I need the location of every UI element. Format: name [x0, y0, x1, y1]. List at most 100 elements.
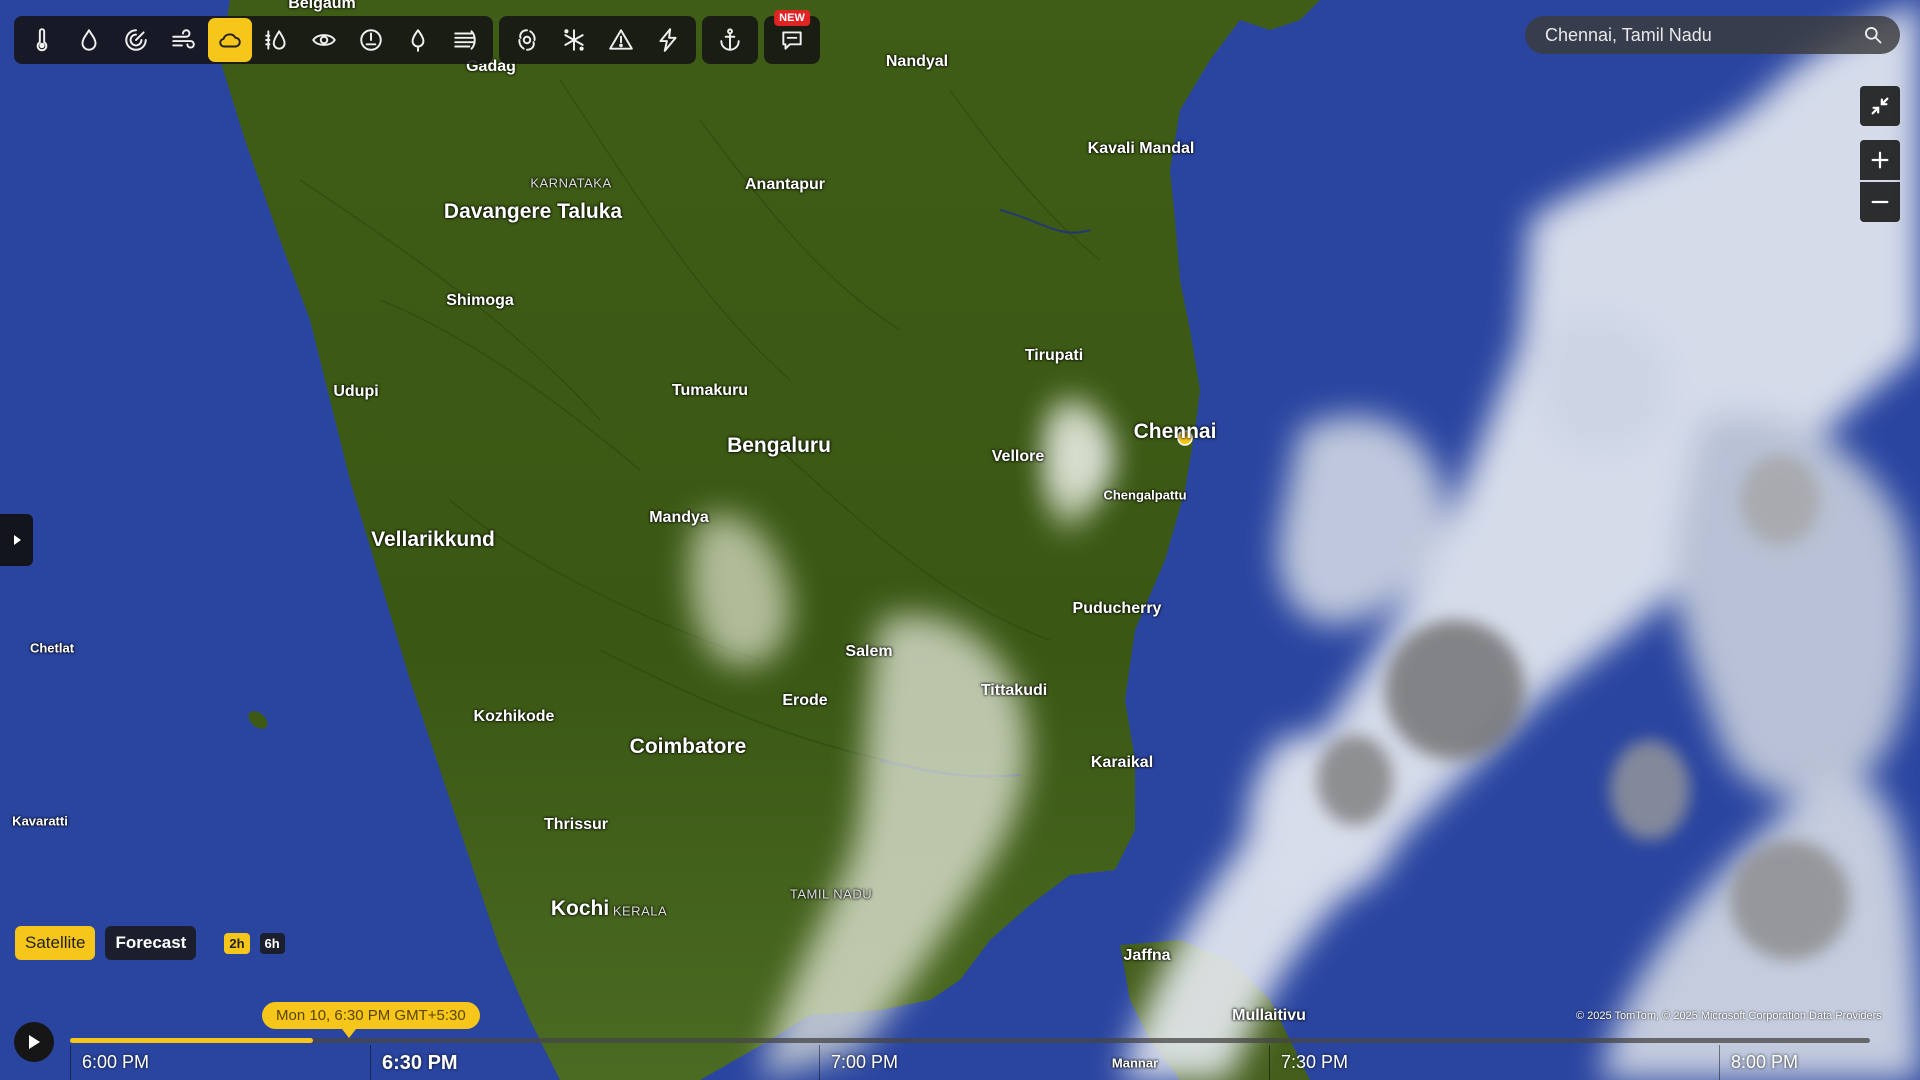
current-time-bubble: Mon 10, 6:30 PM GMT+5:30 — [262, 1002, 480, 1038]
map-attribution[interactable]: © 2025 TomTom, © 2025 Microsoft Corporat… — [1576, 1010, 1882, 1022]
humidity-icon — [265, 30, 286, 50]
place-label: Erode — [782, 692, 828, 709]
place-label: Salem — [845, 643, 893, 660]
place-label: Thrissur — [543, 816, 609, 833]
anchor-button[interactable] — [708, 18, 752, 62]
dew-point-button[interactable] — [396, 18, 440, 62]
place-label: KARNATAKA — [530, 175, 612, 191]
search-button[interactable] — [1854, 16, 1892, 54]
play-button[interactable] — [14, 1022, 54, 1062]
place-label: Kozhikode — [473, 708, 555, 725]
place-label: Jaffna — [1123, 947, 1171, 964]
lightning-icon — [659, 28, 677, 52]
anchor-icon — [720, 28, 740, 51]
lightning-button[interactable] — [646, 18, 690, 62]
precipitation-button[interactable] — [67, 18, 111, 62]
forecast-mode-button[interactable]: Forecast — [105, 926, 197, 960]
toolbar-group-marine — [702, 16, 758, 64]
cloud-icon — [219, 33, 241, 48]
play-icon — [29, 1035, 40, 1049]
alert-button[interactable] — [599, 18, 643, 62]
place-label: Tirupati — [1024, 347, 1084, 364]
place-label: TAMIL NADU — [789, 886, 873, 902]
place-label: Karaikal — [1090, 754, 1154, 771]
zoom-out-icon — [1871, 200, 1889, 204]
search-icon — [1865, 27, 1882, 44]
timeline-tick — [370, 1045, 371, 1080]
timeline-label[interactable]: 7:30 PM — [1281, 1052, 1348, 1073]
new-badge: NEW — [774, 10, 810, 26]
zoom-out-button[interactable] — [1860, 182, 1900, 222]
place-label: Coimbatore — [629, 735, 747, 758]
timeline-progress — [70, 1038, 313, 1043]
timeline-tick — [1719, 1045, 1720, 1080]
place-label: Mullaitivu — [1232, 1007, 1306, 1024]
hurricane-button[interactable] — [505, 18, 549, 62]
radar-icon — [125, 29, 147, 51]
pressure-button[interactable] — [349, 18, 393, 62]
temperature-button[interactable] — [20, 18, 64, 62]
timeline-label[interactable]: 6:00 PM — [82, 1052, 149, 1073]
timeline-label[interactable]: 7:00 PM — [831, 1052, 898, 1073]
range-6h-button[interactable]: 6h — [259, 932, 285, 954]
place-label: Chennai — [1133, 420, 1217, 443]
toolbar-group-feedback: NEW — [764, 10, 820, 64]
timeline-label[interactable]: 6:30 PM — [382, 1052, 458, 1075]
humidity-button[interactable] — [255, 18, 299, 62]
temperature-icon — [36, 28, 48, 52]
timeline-tick — [70, 1045, 71, 1080]
place-label: Vellarikkund — [371, 528, 495, 551]
wind-icon — [172, 29, 195, 49]
place-label: Anantapur — [745, 176, 825, 193]
place-label: Kochi — [550, 897, 610, 920]
timeline-label[interactable]: 8:00 PM — [1731, 1052, 1798, 1073]
place-label: Vellore — [991, 448, 1045, 465]
place-label: Belgaum — [288, 0, 356, 12]
place-label: Bengaluru — [727, 434, 831, 457]
air-quality-icon — [454, 30, 476, 50]
wind-button[interactable] — [161, 18, 205, 62]
dew-point-icon — [411, 29, 425, 52]
side-panel-toggle[interactable] — [0, 514, 33, 566]
place-label: Chetlat — [29, 640, 75, 656]
visibility-button[interactable] — [302, 18, 346, 62]
chevron-right-icon — [13, 535, 21, 545]
feedback-button[interactable]: NEW — [770, 10, 814, 62]
layer-toolbar: NEW — [14, 10, 820, 64]
collapse-button[interactable] — [1860, 86, 1900, 126]
zoom-in-button[interactable] — [1860, 140, 1900, 180]
place-label: Mannar — [1111, 1055, 1159, 1071]
place-label: Chengalpattu — [1103, 487, 1187, 503]
timeline-track[interactable] — [70, 1038, 1870, 1043]
snow-button[interactable] — [552, 18, 596, 62]
radar-button[interactable] — [114, 18, 158, 62]
place-label: Kavali Mandal — [1087, 140, 1195, 157]
snow-icon — [564, 29, 584, 51]
satellite-map[interactable] — [0, 0, 1920, 1080]
precipitation-icon — [81, 29, 97, 51]
place-label: Udupi — [333, 383, 379, 400]
place-label: Shimoga — [446, 292, 514, 309]
zoom-in-icon — [1871, 151, 1889, 169]
place-label: Tittakudi — [980, 682, 1048, 699]
alert-icon — [609, 29, 633, 50]
feedback-icon — [782, 31, 802, 50]
place-label: Davangere Taluka — [443, 200, 623, 223]
visibility-icon — [312, 34, 336, 46]
place-label: Puducherry — [1072, 600, 1162, 617]
hurricane-icon — [518, 29, 536, 51]
place-label: Tumakuru — [671, 382, 749, 399]
place-label: Nandyal — [885, 53, 949, 70]
timeline-tick — [819, 1045, 820, 1080]
air-quality-button[interactable] — [443, 18, 487, 62]
place-label: KERALA — [612, 903, 668, 919]
range-2h-button[interactable]: 2h — [224, 932, 250, 954]
pressure-icon — [360, 29, 382, 51]
location-search — [1525, 16, 1900, 54]
search-input[interactable] — [1525, 23, 1854, 47]
place-label: Kavaratti — [12, 813, 68, 829]
view-mode-switch: Satellite Forecast 2h 6h — [15, 926, 285, 960]
timeline-tick — [1269, 1045, 1270, 1080]
satellite-mode-button[interactable]: Satellite — [15, 926, 96, 960]
cloud-button[interactable] — [208, 18, 252, 62]
